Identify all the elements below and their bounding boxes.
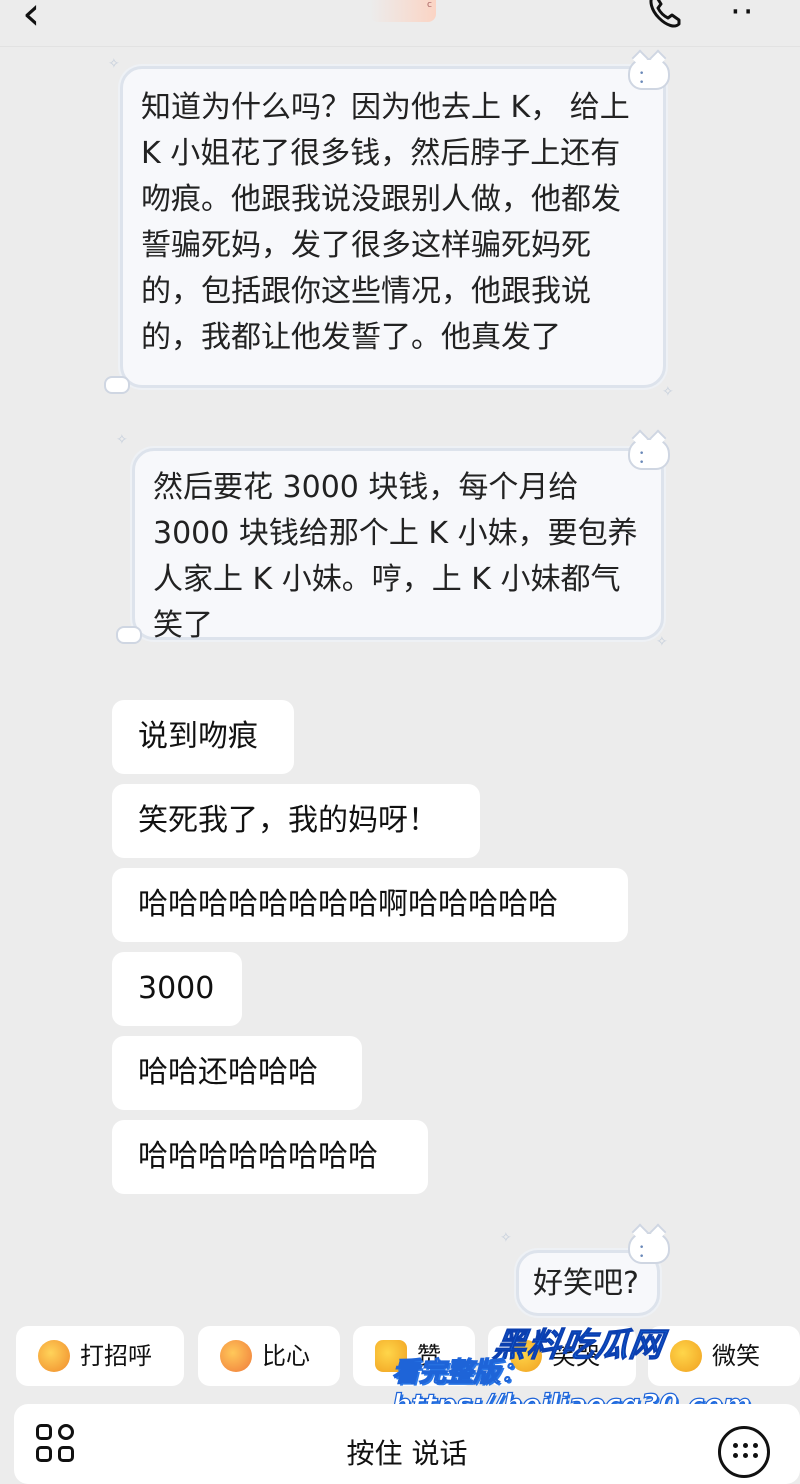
chevron-left-icon[interactable]: ‹ (22, 0, 40, 36)
top-bar: ‹ c ·· (0, 0, 800, 47)
keyboard-icon[interactable] (718, 1426, 770, 1478)
message-bubble[interactable]: 哈哈哈哈哈哈哈哈 (112, 1120, 428, 1194)
cat-sticker-icon: • • (628, 58, 670, 90)
sparkle-icon: ✧ (108, 56, 120, 72)
more-icon[interactable]: ·· (730, 0, 756, 32)
message-text: 3000 (138, 971, 215, 1006)
cat-sticker-icon: • • (628, 438, 670, 470)
message-text: 哈哈还哈哈哈 (138, 1055, 318, 1090)
cat-paw-icon (104, 376, 130, 394)
sparkle-icon: ✧ (116, 432, 128, 448)
message-bubble[interactable]: 说到吻痕 (112, 700, 294, 774)
message-text: 哈哈哈哈哈哈哈哈啊哈哈哈哈哈 (138, 887, 558, 922)
message-bubble[interactable]: 哈哈还哈哈哈 (112, 1036, 362, 1110)
cat-paw-icon (116, 626, 142, 644)
contact-name: c (427, 0, 432, 10)
quick-reply-greet[interactable]: 打招呼 (16, 1326, 184, 1386)
message-bubble-themed[interactable]: 知道为什么吗？因为他去上 K， 给上 K 小姐花了很多钱，然后脖子上还有吻痕。他… (120, 66, 666, 388)
message-bubble[interactable]: 3000 (112, 952, 242, 1026)
message-bubble-themed[interactable]: 然后要花 3000 块钱，每个月给 3000 块钱给那个上 K 小妹，要包养人家… (132, 448, 664, 643)
sparkle-icon: ✧ (662, 384, 674, 400)
cat-sticker-icon: • • (628, 1232, 670, 1264)
message-bubble[interactable]: 哈哈哈哈哈哈哈哈啊哈哈哈哈哈 (112, 868, 628, 942)
message-text: 好笑吧? (533, 1266, 639, 1301)
heart-hands-emoji-icon (220, 1340, 252, 1372)
quick-reply-heart[interactable]: 比心 (198, 1326, 340, 1386)
message-text: 知道为什么吗？因为他去上 K， 给上 K 小姐花了很多钱，然后脖子上还有吻痕。他… (141, 90, 630, 355)
wave-emoji-icon (38, 1340, 70, 1372)
hold-to-talk-button[interactable]: 按住 说话 (14, 1432, 800, 1472)
message-bubble[interactable]: 笑死我了，我的妈呀！ (112, 784, 480, 858)
message-text: 哈哈哈哈哈哈哈哈 (138, 1139, 378, 1174)
message-text: 笑死我了，我的妈呀！ (138, 803, 438, 838)
message-text: 然后要花 3000 块钱，每个月给 3000 块钱给那个上 K 小妹，要包养人家… (153, 470, 638, 643)
sparkle-icon: ✧ (500, 1230, 512, 1246)
quick-reply-label: 打招呼 (80, 1342, 152, 1370)
sparkle-icon: ✧ (656, 634, 668, 650)
contact-name-banner: c (370, 0, 436, 22)
phone-icon[interactable] (645, 0, 685, 30)
input-bar: 按住 说话 (14, 1404, 800, 1484)
quick-reply-label: 比心 (262, 1342, 310, 1370)
message-text: 说到吻痕 (138, 719, 258, 754)
